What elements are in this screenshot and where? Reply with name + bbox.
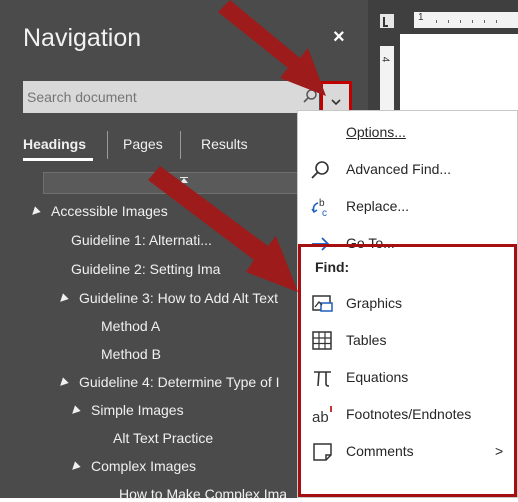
menu-item-label: Comments bbox=[346, 443, 414, 459]
search-input[interactable] bbox=[23, 81, 293, 113]
find-section-header: Find: bbox=[315, 259, 350, 275]
menu-item-footnotes[interactable]: ab Footnotes/Endnotes bbox=[301, 397, 518, 433]
heading-item[interactable]: How to Make Complex Ima bbox=[119, 486, 287, 502]
tab-divider bbox=[107, 131, 108, 159]
footnote-icon: ab bbox=[312, 405, 334, 426]
graphics-icon bbox=[312, 294, 334, 314]
collapse-up-icon bbox=[180, 178, 188, 183]
expand-triangle-icon[interactable] bbox=[57, 377, 69, 389]
replace-icon: b c bbox=[310, 197, 332, 219]
pi-icon bbox=[312, 368, 334, 388]
menu-item-options[interactable]: Options... bbox=[298, 115, 517, 151]
tab-pages[interactable]: Pages bbox=[123, 136, 163, 152]
heading-item[interactable]: Alt Text Practice bbox=[113, 430, 213, 446]
heading-item[interactable]: Guideline 1: Alternati... bbox=[71, 232, 212, 248]
ruler-tick bbox=[460, 20, 461, 23]
active-tab-indicator bbox=[23, 158, 93, 161]
svg-text:ab: ab bbox=[312, 409, 329, 425]
heading-item[interactable]: Simple Images bbox=[69, 402, 184, 418]
ruler-tick bbox=[448, 20, 449, 23]
heading-item[interactable]: Guideline 4: Determine Type of I bbox=[57, 374, 280, 390]
expand-triangle-icon[interactable] bbox=[29, 206, 41, 218]
heading-item[interactable]: Accessible Images bbox=[29, 203, 168, 219]
submenu-chevron-icon: > bbox=[495, 443, 504, 459]
expand-triangle-icon[interactable] bbox=[69, 405, 81, 417]
ruler-number: 4 bbox=[379, 56, 391, 63]
heading-item[interactable]: Guideline 2: Setting Ima bbox=[71, 261, 220, 277]
expand-triangle-icon[interactable] bbox=[69, 461, 81, 473]
find-section-highlight: Find: Graphics Tables Equations ab Footn… bbox=[298, 244, 517, 497]
menu-item-tables[interactable]: Tables bbox=[301, 323, 518, 359]
expand-triangle-icon[interactable] bbox=[57, 293, 69, 305]
menu-item-label: Options... bbox=[346, 124, 406, 140]
comment-icon bbox=[312, 442, 334, 462]
tab-stop-selector[interactable] bbox=[380, 14, 394, 28]
search-options-dropdown-button[interactable] bbox=[320, 81, 352, 113]
menu-item-label: Equations bbox=[346, 369, 409, 385]
heading-item[interactable]: Complex Images bbox=[69, 458, 196, 474]
ruler-tick bbox=[484, 20, 485, 23]
pane-title: Navigation bbox=[23, 24, 142, 52]
ruler-number: 1 bbox=[418, 12, 424, 23]
ruler-tick bbox=[472, 20, 473, 23]
ruler-strip bbox=[414, 12, 518, 28]
menu-item-advanced-find[interactable]: Advanced Find... bbox=[298, 152, 517, 188]
heading-item[interactable]: Guideline 3: How to Add Alt Text bbox=[57, 290, 278, 306]
menu-item-comments[interactable]: Comments > bbox=[301, 434, 518, 470]
svg-text:c: c bbox=[322, 208, 327, 217]
search-icon[interactable] bbox=[302, 88, 318, 109]
menu-item-label: Footnotes/Endnotes bbox=[346, 406, 472, 422]
table-icon bbox=[312, 331, 334, 351]
search-icon bbox=[310, 160, 332, 180]
heading-item[interactable]: Method A bbox=[101, 318, 160, 334]
menu-item-label: Tables bbox=[346, 332, 387, 348]
search-options-menu: Options... Advanced Find... b c Replace.… bbox=[297, 110, 518, 498]
menu-item-graphics[interactable]: Graphics bbox=[301, 286, 518, 322]
tab-results[interactable]: Results bbox=[201, 136, 248, 152]
heading-item[interactable]: Method B bbox=[101, 346, 161, 362]
ruler-tick bbox=[496, 20, 497, 23]
menu-item-replace[interactable]: b c Replace... bbox=[298, 189, 517, 225]
ruler-tick bbox=[436, 20, 437, 23]
search-box[interactable] bbox=[23, 81, 319, 113]
tab-divider bbox=[180, 131, 181, 159]
chevron-down-icon bbox=[331, 93, 341, 111]
menu-item-label: Advanced Find... bbox=[346, 161, 452, 177]
menu-item-equations[interactable]: Equations bbox=[301, 360, 518, 396]
horizontal-ruler: 1 bbox=[400, 0, 518, 34]
tab-headings[interactable]: Headings bbox=[23, 136, 86, 152]
menu-item-label: Replace... bbox=[346, 198, 410, 214]
menu-item-label: Graphics bbox=[346, 295, 403, 311]
close-button[interactable]: × bbox=[333, 26, 345, 49]
